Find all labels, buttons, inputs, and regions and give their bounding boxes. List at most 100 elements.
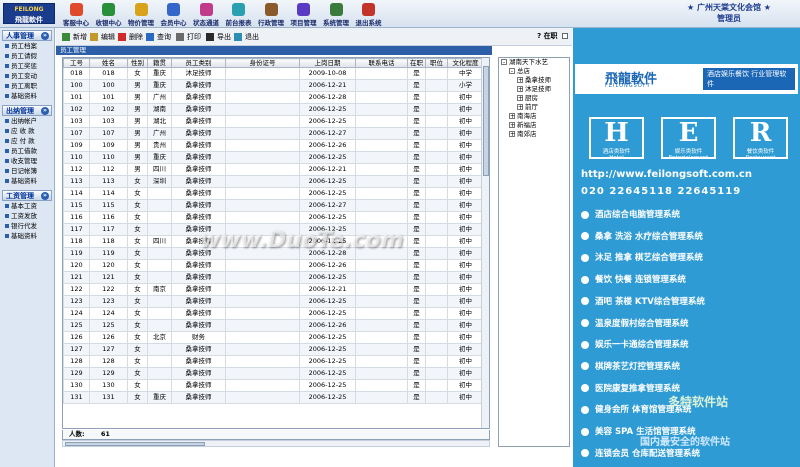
toolbar-button-3[interactable]: 查询	[146, 31, 171, 43]
sidebar-item[interactable]: 基础资料	[2, 91, 52, 101]
table-cell: 2006-12-25	[299, 187, 356, 200]
sidebar-item[interactable]: 员工奖惩	[2, 61, 52, 71]
table-row[interactable]: 120 120 女桑拿技师 2006-12-26 是初中	[63, 259, 484, 272]
expand-icon[interactable]: +	[517, 86, 523, 93]
table-row[interactable]: 101 101 男广州 桑拿技师 2006-12-28 是初中	[63, 91, 484, 104]
table-row[interactable]: 113 113 女深圳 桑拿技师 2006-12-25 是初中	[63, 175, 484, 188]
table-row[interactable]: 116 116 女桑拿技师 2006-12-25 是初中	[63, 211, 484, 224]
sidebar-item[interactable]: 应 收 款	[2, 126, 52, 136]
sidebar-item[interactable]: 员工档案	[2, 41, 52, 51]
table-row[interactable]: 130 130 女桑拿技师 2006-12-25 是初中	[63, 379, 484, 392]
table-row[interactable]: 107 107 男广州 桑拿技师 2006-12-27 是初中	[63, 127, 484, 140]
vertical-scrollbar[interactable]	[481, 58, 489, 428]
topnav-button-8[interactable]: 系统管理	[318, 3, 354, 27]
column-header[interactable]: 员工类别	[171, 58, 226, 68]
expand-icon[interactable]: +	[509, 122, 515, 129]
table-row[interactable]: 131 131 女重庆 桑拿技师 2006-12-25 是初中	[63, 391, 484, 404]
sidebar-item[interactable]: 银行代发	[2, 221, 52, 231]
sidebar-group-header[interactable]: 人事管理 »	[2, 30, 52, 41]
table-row[interactable]: 126 126 女北京 财务 2006-12-25 是初中	[63, 331, 484, 344]
table-row[interactable]: 129 129 女桑拿技师 2006-12-25 是初中	[63, 367, 484, 380]
sidebar-item[interactable]: 收支管理	[2, 156, 52, 166]
column-header[interactable]: 上岗日期	[299, 58, 356, 68]
column-header[interactable]: 姓名	[89, 58, 128, 68]
sidebar-group-header[interactable]: 出纳管理 »	[2, 105, 52, 116]
sidebar-item[interactable]: 基础资料	[2, 231, 52, 241]
column-header[interactable]: 联系电话	[355, 58, 408, 68]
sidebar-item[interactable]: 工资发放	[2, 211, 52, 221]
table-row[interactable]: 110 110 男重庆 桑拿技师 2006-12-25 是初中	[63, 151, 484, 164]
expand-icon[interactable]: +	[517, 77, 523, 84]
table-row[interactable]: 103 103 男湖北 桑拿技师 2006-12-25 是初中	[63, 115, 484, 128]
topnav-button-6[interactable]: 行政管理	[253, 3, 289, 27]
onjob-checkbox[interactable]	[562, 33, 568, 39]
tree-node[interactable]: + 新福店	[499, 121, 569, 130]
tree-node[interactable]: + 桑拿技师	[499, 76, 569, 85]
collapse-icon[interactable]: -	[509, 68, 515, 75]
toolbar-button-0[interactable]: 新增	[62, 31, 87, 43]
column-header[interactable]: 性别	[127, 58, 148, 68]
table-row[interactable]: 121 121 女桑拿技师 2006-12-25 是初中	[63, 271, 484, 284]
table-row[interactable]: 125 125 女桑拿技师 2006-12-26 是初中	[63, 319, 484, 332]
tree-node[interactable]: + 前厅	[499, 103, 569, 112]
column-header[interactable]: 籍贯	[147, 58, 172, 68]
tree-node[interactable]: - 湖南天下水艺	[499, 58, 569, 67]
toolbar-button-2[interactable]: 删除	[118, 31, 143, 43]
sidebar-item[interactable]: 员工变动	[2, 71, 52, 81]
sidebar-item[interactable]: 员工离职	[2, 81, 52, 91]
sidebar-item[interactable]: 基础资料	[2, 176, 52, 186]
column-header[interactable]: 工号	[63, 58, 90, 68]
expand-icon[interactable]: +	[509, 113, 515, 120]
topnav-button-7[interactable]: 项目管理	[286, 3, 322, 27]
horizontal-scrollbar[interactable]	[62, 440, 490, 447]
topnav-button-1[interactable]: 收银中心	[91, 3, 127, 27]
table-row[interactable]: 115 115 女桑拿技师 2006-12-27 是初中	[63, 199, 484, 212]
table-row[interactable]: 122 122 女南京 桑拿技师 2006-12-21 是初中	[63, 283, 484, 296]
sidebar-item[interactable]: 日记帐簿	[2, 166, 52, 176]
topnav-button-3[interactable]: 会员中心	[156, 3, 192, 27]
toolbar-button-4[interactable]: 打印	[176, 31, 201, 43]
table-row[interactable]: 112 112 男四川 桑拿技师 2006-12-21 是初中	[63, 163, 484, 176]
topnav-button-0[interactable]: 客服中心	[58, 3, 94, 27]
table-row[interactable]: 123 123 女桑拿技师 2006-12-25 是初中	[63, 295, 484, 308]
topnav-button-2[interactable]: 物价管理	[123, 3, 159, 27]
topnav-button-4[interactable]: 状态通道	[188, 3, 224, 27]
expand-icon[interactable]: +	[517, 104, 523, 111]
expand-icon[interactable]: +	[509, 131, 515, 138]
table-row[interactable]: 124 124 女桑拿技师 2006-12-25 是初中	[63, 307, 484, 320]
topnav-button-5[interactable]: 前台报表	[221, 3, 257, 27]
tree-node[interactable]: - 总店	[499, 67, 569, 76]
table-row[interactable]: 102 102 男湖南 桑拿技师 2006-12-25 是初中	[63, 103, 484, 116]
sidebar-group-header[interactable]: 工资管理 »	[2, 190, 52, 201]
expand-icon[interactable]: +	[517, 95, 523, 102]
table-row[interactable]: 018 018 女重庆 沐足技师 2009-10-08 是中学	[63, 67, 484, 80]
toolbar-button-5[interactable]: 导出	[206, 31, 231, 43]
tree-node[interactable]: + 南郊店	[499, 130, 569, 139]
table-row[interactable]: 127 127 女桑拿技师 2006-12-25 是初中	[63, 343, 484, 356]
column-header[interactable]: 在职	[407, 58, 426, 68]
scroll-thumb[interactable]	[483, 66, 489, 176]
table-row[interactable]: 109 109 男贵州 桑拿技师 2006-12-26 是初中	[63, 139, 484, 152]
topnav-button-9[interactable]: 退出系统	[351, 3, 387, 27]
collapse-icon[interactable]: -	[501, 59, 507, 66]
sidebar-item[interactable]: 基本工资	[2, 201, 52, 211]
tree-node[interactable]: + 厨房	[499, 94, 569, 103]
table-row[interactable]: 128 128 女桑拿技师 2006-12-25 是初中	[63, 355, 484, 368]
table-row[interactable]: 114 114 女桑拿技师 2006-12-25 是初中	[63, 187, 484, 200]
sidebar-item[interactable]: 员工请假	[2, 51, 52, 61]
table-cell	[147, 271, 172, 284]
column-header[interactable]: 身份证号	[225, 58, 300, 68]
tree-node[interactable]: + 南海店	[499, 112, 569, 121]
department-tree[interactable]: - 湖南天下水艺 - 总店 + 桑拿技师 + 沐足技师 + 厨房 + 前厅 + 南海店 + 新福店 + 南郊店	[498, 57, 570, 447]
column-header[interactable]: 文化程度	[447, 58, 484, 68]
table-row[interactable]: 100 100 男重庆 桑拿技师 2006-12-21 是小学	[63, 79, 484, 92]
toolbar-button-6[interactable]: 退出	[234, 31, 259, 43]
tree-node[interactable]: + 沐足技师	[499, 85, 569, 94]
onjob-filter[interactable]: ? 在职	[537, 31, 568, 41]
h-scroll-thumb[interactable]	[65, 442, 205, 446]
sidebar-item[interactable]: 应 付 款	[2, 136, 52, 146]
sidebar-item[interactable]: 员工借款	[2, 146, 52, 156]
toolbar-button-1[interactable]: 编辑	[90, 31, 115, 43]
sidebar-item[interactable]: 出纳帐户	[2, 116, 52, 126]
column-header[interactable]: 职位	[425, 58, 448, 68]
